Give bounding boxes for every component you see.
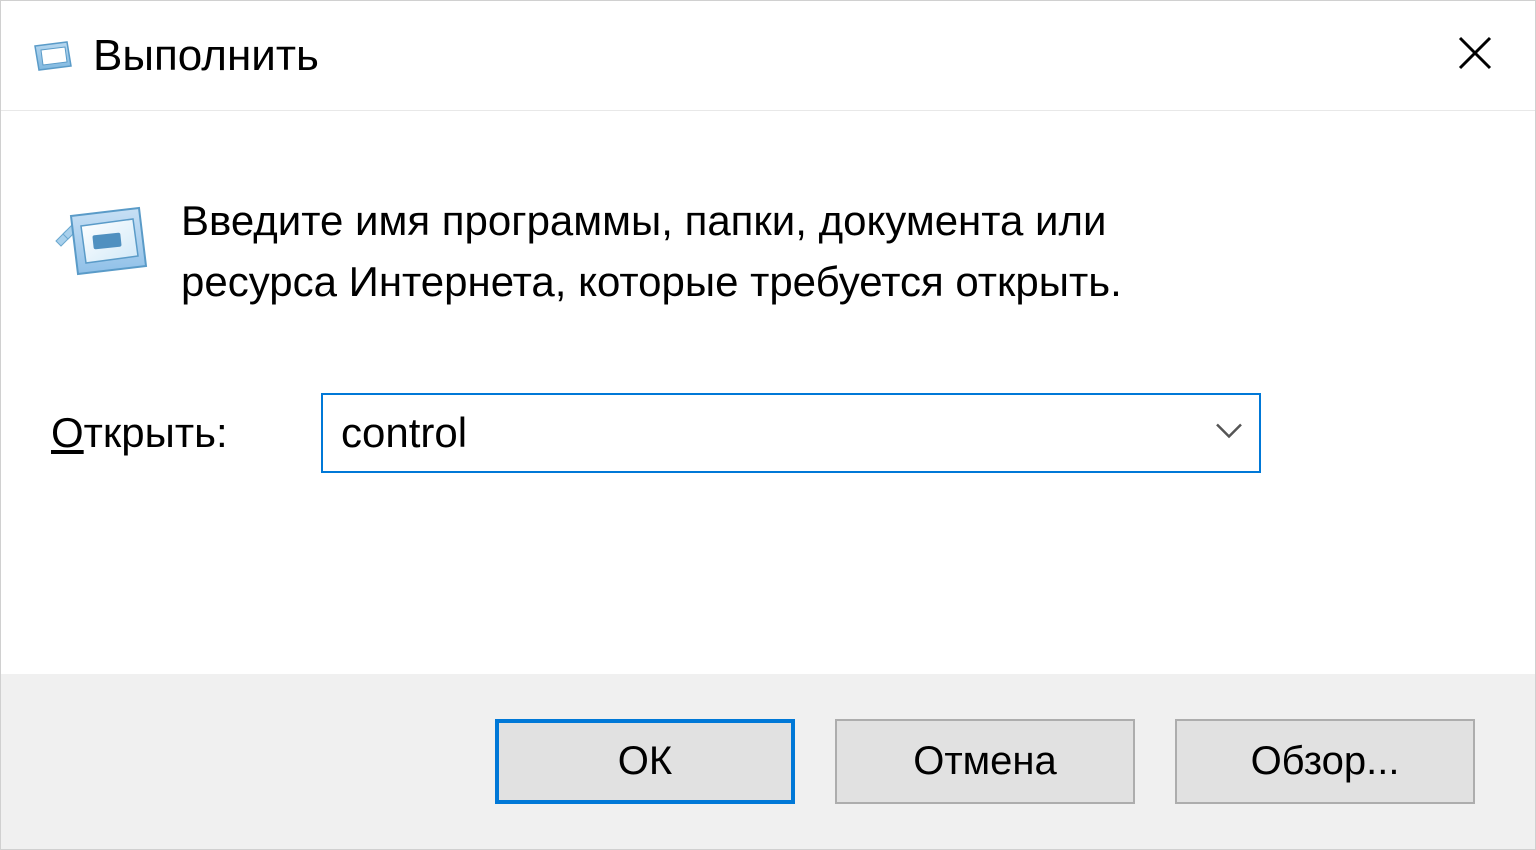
input-row: Открыть: (41, 393, 1495, 473)
titlebar: Выполнить (1, 1, 1535, 111)
ok-button[interactable]: ОК (495, 719, 795, 804)
run-title-icon (31, 38, 75, 74)
dialog-footer: ОК Отмена Обзор... (1, 674, 1535, 849)
dialog-body: Введите имя программы, папки, документа … (1, 111, 1535, 674)
close-button[interactable] (1450, 31, 1500, 81)
open-label: Открыть: (51, 409, 301, 457)
description-text: Введите имя программы, папки, документа … (181, 191, 1261, 313)
title-text: Выполнить (93, 31, 319, 81)
open-input[interactable] (321, 393, 1261, 473)
close-icon (1454, 32, 1496, 79)
cancel-button[interactable]: Отмена (835, 719, 1135, 804)
browse-button[interactable]: Обзор... (1175, 719, 1475, 804)
titlebar-left: Выполнить (31, 31, 319, 81)
description-row: Введите имя программы, папки, документа … (41, 191, 1495, 313)
run-icon (51, 196, 151, 286)
open-combobox[interactable] (321, 393, 1261, 473)
run-dialog: Выполнить (0, 0, 1536, 850)
